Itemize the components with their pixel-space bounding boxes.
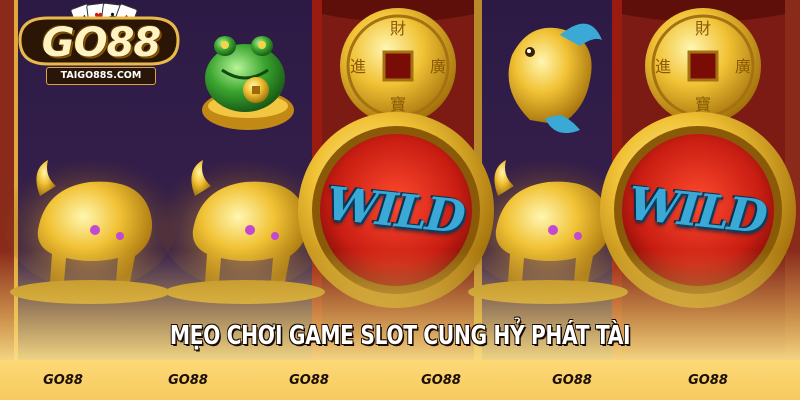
- svg-text:財: 財: [695, 19, 711, 38]
- logo-wordmark: GO88: [41, 20, 162, 66]
- footer-tag: GO88: [168, 373, 208, 388]
- svg-text:寶: 寶: [695, 95, 711, 114]
- footer-tag: GO88: [289, 373, 329, 388]
- svg-text:進: 進: [655, 57, 671, 76]
- wild-label: WILD: [323, 175, 467, 245]
- coin-icon: 財 寶 進 廣: [340, 8, 456, 124]
- wild-label: WILD: [625, 175, 769, 245]
- footer-tag: GO88: [421, 373, 461, 388]
- svg-text:財: 財: [390, 19, 406, 38]
- banner-title: MẸO CHƠI GAME SLOT CUNG HỶ PHÁT TÀI: [169, 321, 631, 351]
- svg-text:廣: 廣: [735, 57, 751, 76]
- logo-url-label: TAIGO88S.COM: [46, 67, 156, 85]
- svg-text:寶: 寶: [390, 95, 406, 114]
- footer-tag: GO88: [688, 373, 728, 388]
- svg-text:進: 進: [350, 57, 366, 76]
- coin-icon: 財 寶 進 廣: [645, 8, 761, 124]
- footer-tag: GO88: [552, 373, 592, 388]
- footer-bar: GO88 GO88 GO88 GO88 GO88 GO88: [0, 360, 800, 400]
- svg-text:廣: 廣: [430, 57, 446, 76]
- footer-tag: GO88: [43, 373, 83, 388]
- slot-game-banner: 財 寶 進 廣 財 寶 進 廣 GO88 TAIGO88S.COM WILD W…: [0, 0, 800, 400]
